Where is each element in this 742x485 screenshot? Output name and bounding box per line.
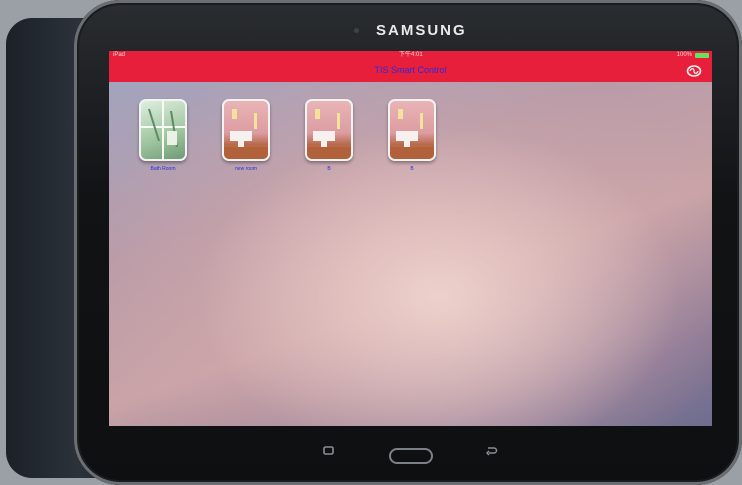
room-label: Bath Room <box>150 166 176 172</box>
room-tile-b-2[interactable]: B <box>377 99 447 172</box>
page-title: TIS Smart Control <box>374 65 447 75</box>
home-button[interactable] <box>389 448 433 464</box>
room-image <box>305 99 353 161</box>
room-label: new room <box>235 166 257 172</box>
battery-percent: 100% <box>676 52 692 58</box>
recent-apps-icon <box>323 446 334 455</box>
camera-icon <box>354 28 359 33</box>
room-tile-b[interactable]: B <box>294 99 364 172</box>
status-time: 下午4:01 <box>399 52 423 58</box>
room-image <box>388 99 436 161</box>
battery-icon <box>695 53 709 58</box>
room-tile-new-room[interactable]: new room <box>211 99 281 172</box>
nav-bar: TIS Smart Control <box>109 60 712 82</box>
room-image <box>139 99 187 161</box>
room-image <box>222 99 270 161</box>
recent-apps-button[interactable] <box>322 444 336 462</box>
status-bar: iPad 下午4:01 100% <box>109 51 712 60</box>
room-tile-bath-room[interactable]: Bath Room <box>128 99 198 172</box>
back-button[interactable] <box>484 444 498 462</box>
room-label: B <box>410 166 414 172</box>
brand-logo: SAMSUNG <box>376 22 467 39</box>
room-label: B <box>327 166 331 172</box>
app-screen: iPad 下午4:01 100% TIS Smart Control Bath … <box>109 51 712 426</box>
settings-button[interactable] <box>686 64 702 78</box>
carrier-label: iPad <box>113 52 126 58</box>
brain-icon <box>686 65 702 77</box>
back-icon <box>485 447 498 456</box>
